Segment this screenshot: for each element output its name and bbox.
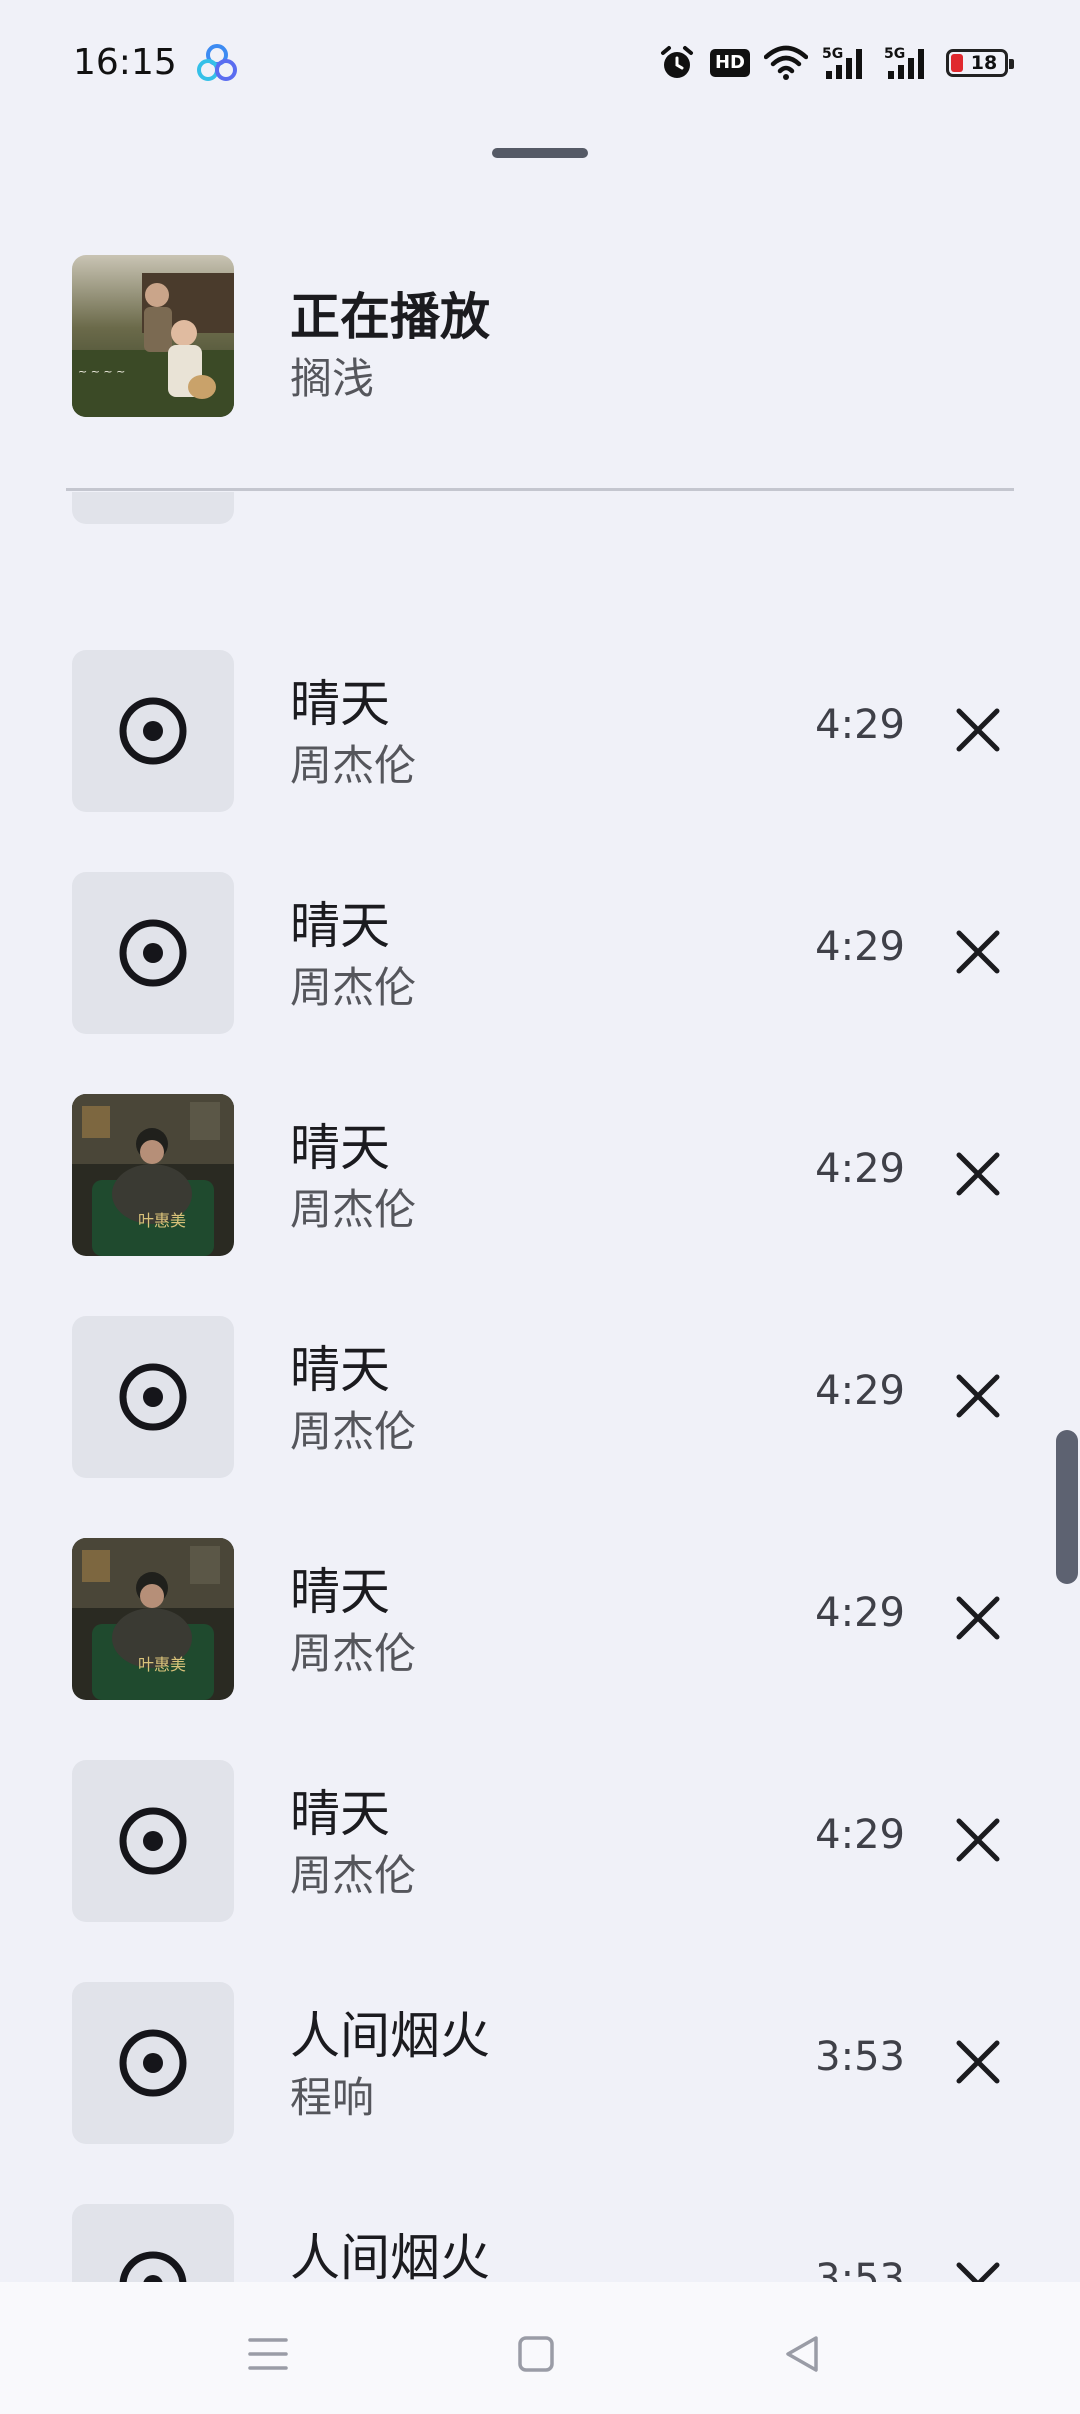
song-duration: 4:29 (815, 1368, 905, 1414)
battery-icon: 18 (946, 49, 1014, 77)
home-square-icon[interactable] (506, 2324, 566, 2384)
song-duration: 4:29 (815, 702, 905, 748)
song-title: 人间烟火 (290, 2229, 490, 2282)
disc-icon (119, 1363, 187, 1431)
queue-list[interactable]: 晴天 周杰伦 4:29 晴天 周杰伦 4:29 叶惠美 晴天 周杰伦 4:29 … (0, 492, 1080, 2282)
disc-icon (119, 2029, 187, 2097)
disc-icon (119, 919, 187, 987)
battery-fill (951, 54, 963, 72)
svg-text:叶惠美: 叶惠美 (138, 1655, 186, 1674)
list-item[interactable] (0, 492, 1080, 524)
disc-icon (119, 2251, 187, 2282)
close-icon (956, 2262, 1000, 2282)
cover-placeholder (72, 650, 234, 812)
svg-text:5G: 5G (822, 46, 843, 62)
song-title: 晴天 (290, 1785, 390, 1843)
list-item[interactable]: 叶惠美 晴天 周杰伦 4:29 (0, 1094, 1080, 1256)
status-time: 16:15 (73, 42, 177, 83)
alarm-icon (658, 44, 696, 82)
svg-text:~ ~ ~ ~: ~ ~ ~ ~ (78, 365, 125, 378)
song-title: 人间烟火 (290, 2007, 490, 2065)
song-artist: 周杰伦 (290, 1407, 417, 1456)
close-icon (956, 1374, 1000, 1418)
remove-button[interactable] (950, 924, 1006, 980)
remove-button[interactable] (950, 1590, 1006, 1646)
list-item[interactable]: 晴天 周杰伦 4:29 (0, 650, 1080, 812)
list-item[interactable]: 晴天 周杰伦 4:29 (0, 1760, 1080, 1922)
close-icon (956, 2040, 1000, 2084)
album-cover: 叶惠美 (72, 1538, 234, 1700)
list-item[interactable]: 晴天 周杰伦 4:29 (0, 872, 1080, 1034)
navigation-bar (0, 2282, 1080, 2414)
song-duration: 4:29 (815, 924, 905, 970)
song-artist: 周杰伦 (290, 741, 417, 790)
song-duration: 3:53 (815, 2256, 905, 2282)
song-title: 晴天 (290, 1119, 390, 1177)
now-playing-title: 正在播放 (290, 288, 490, 346)
song-artist: 程响 (290, 2073, 375, 2122)
remove-button[interactable] (950, 2034, 1006, 2090)
back-triangle-icon[interactable] (772, 2324, 832, 2384)
cover-placeholder (72, 872, 234, 1034)
svg-text:叶惠美: 叶惠美 (138, 1211, 186, 1230)
wifi-icon (764, 45, 808, 81)
sheet-drag-handle[interactable] (492, 148, 588, 158)
close-icon (956, 1152, 1000, 1196)
remove-button[interactable] (950, 1368, 1006, 1424)
list-item[interactable]: 叶惠美 晴天 周杰伦 4:29 (0, 1538, 1080, 1700)
battery-cap (1009, 59, 1014, 69)
menu-icon[interactable] (238, 2324, 298, 2384)
album-cover: 叶惠美 (72, 1094, 234, 1256)
cover-placeholder (72, 1316, 234, 1478)
close-icon (956, 1596, 1000, 1640)
song-duration: 4:29 (815, 1590, 905, 1636)
divider (66, 488, 1014, 491)
song-duration: 4:29 (815, 1812, 905, 1858)
cover-placeholder (72, 1760, 234, 1922)
list-item[interactable]: 晴天 周杰伦 4:29 (0, 1316, 1080, 1478)
song-artist: 周杰伦 (290, 1629, 417, 1678)
song-title: 晴天 (290, 1563, 390, 1621)
status-bar: 16:15 HD 5G 5G 18 (0, 0, 1080, 130)
remove-button[interactable] (950, 2256, 1006, 2282)
close-icon (956, 1818, 1000, 1862)
svg-text:5G: 5G (884, 46, 905, 62)
now-playing-song: 搁浅 (290, 354, 375, 403)
remove-button[interactable] (950, 1812, 1006, 1868)
scrollbar-thumb[interactable] (1056, 1430, 1078, 1584)
disc-icon (119, 697, 187, 765)
now-playing-header[interactable]: ~ ~ ~ ~ 正在播放 搁浅 (72, 255, 1012, 417)
app-icon (196, 42, 238, 84)
signal-5g-icon: 5G (884, 45, 932, 81)
song-title: 晴天 (290, 675, 390, 733)
disc-icon (119, 1807, 187, 1875)
close-icon (956, 708, 1000, 752)
signal-5g-icon: 5G (822, 45, 870, 81)
remove-button[interactable] (950, 702, 1006, 758)
cover-placeholder (72, 1982, 234, 2144)
cover-placeholder (72, 2204, 234, 2282)
cover-placeholder (72, 492, 234, 524)
song-artist: 周杰伦 (290, 1851, 417, 1900)
song-artist: 周杰伦 (290, 963, 417, 1012)
song-title: 晴天 (290, 897, 390, 955)
battery-level: 18 (970, 52, 998, 74)
song-duration: 3:53 (815, 2034, 905, 2080)
song-artist: 周杰伦 (290, 1185, 417, 1234)
now-playing-cover: ~ ~ ~ ~ (72, 255, 234, 417)
status-icons: HD 5G 5G 18 (658, 38, 1014, 88)
list-item[interactable]: 人间烟火 程响 3:53 (0, 1982, 1080, 2144)
remove-button[interactable] (950, 1146, 1006, 1202)
song-duration: 4:29 (815, 1146, 905, 1192)
hd-voice-icon: HD (709, 49, 750, 77)
song-title: 晴天 (290, 1341, 390, 1399)
close-icon (956, 930, 1000, 974)
list-item[interactable]: 人间烟火 程响 3:53 (0, 2204, 1080, 2282)
